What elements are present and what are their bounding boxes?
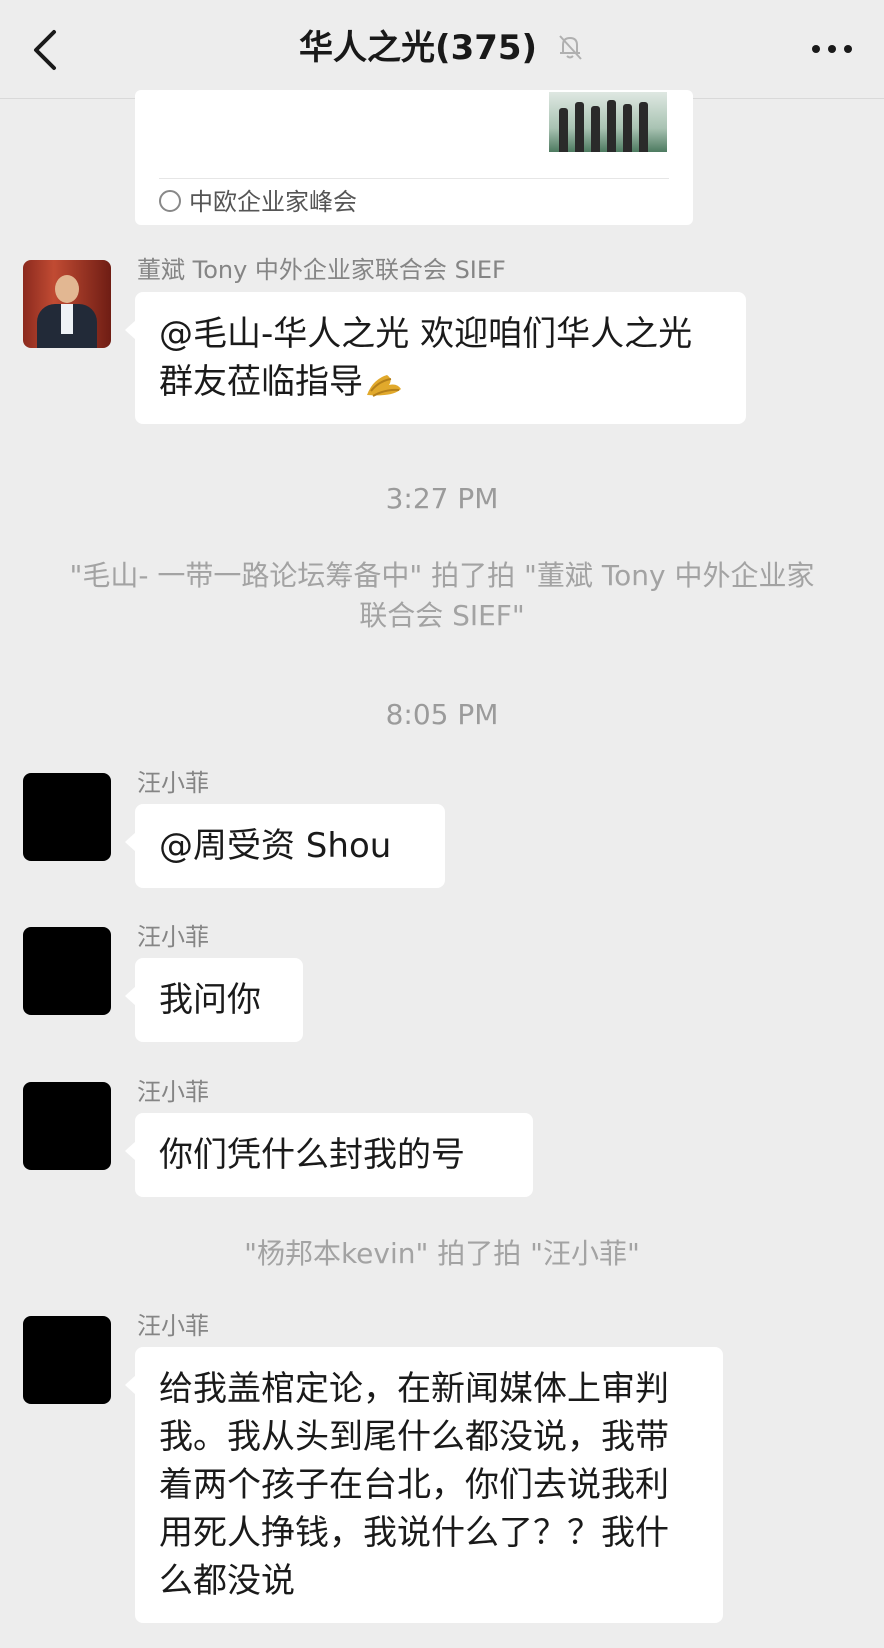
system-notice: "杨邦本kevin" 拍了拍 "汪小菲"	[244, 1237, 640, 1270]
bell-muted-icon	[559, 34, 582, 60]
avatar-wang[interactable]	[23, 1082, 111, 1170]
message-text: 给我盖棺定论，在新闻媒体上审判我。我从头到尾什么都没说，我带着两个孩子在台北，你…	[159, 1369, 669, 1601]
system-notice: "毛山- 一带一路论坛筹备中" 拍了拍 "董斌 Tony 中外企业家联合会 SI…	[69, 559, 815, 632]
sender-name: 汪小菲	[137, 769, 209, 797]
message-bubble[interactable]: 我问你	[125, 958, 303, 1042]
chat-title: 华人之光(375)	[299, 28, 538, 68]
chat-title-group: 华人之光(375)	[0, 26, 884, 70]
message-text: @毛山-华人之光 欢迎咱们华人之光群友莅临指导	[159, 314, 693, 402]
card-source: 中欧企业家峰会	[159, 186, 357, 218]
message-text: 我问你	[159, 980, 261, 1020]
sender-name: 董斌 Tony 中外企业家联合会 SIEF	[137, 256, 506, 284]
message-bubble[interactable]: @周受资 Shou	[125, 804, 445, 888]
sender-name: 汪小菲	[137, 923, 209, 951]
message-bubble[interactable]: 给我盖棺定论，在新闻媒体上审判我。我从头到尾什么都没说，我带着两个孩子在台北，你…	[125, 1347, 723, 1623]
more-button[interactable]	[810, 38, 854, 60]
timestamp: 8:05 PM	[385, 698, 499, 731]
more-dots-icon	[812, 45, 852, 53]
message-text: 你们凭什么封我的号	[159, 1135, 465, 1175]
timestamp: 3:27 PM	[385, 482, 499, 515]
mini-program-icon	[159, 190, 181, 212]
card-source-label: 中欧企业家峰会	[189, 188, 357, 216]
message-text: @周受资 Shou	[159, 826, 392, 866]
avatar-wang[interactable]	[23, 1316, 111, 1404]
card-divider	[159, 178, 669, 179]
avatar-wang[interactable]	[23, 773, 111, 861]
avatar-wang[interactable]	[23, 927, 111, 1015]
sender-name: 汪小菲	[137, 1312, 209, 1340]
shared-link-card[interactable]: 中欧企业家峰会	[135, 90, 693, 225]
message-bubble[interactable]: 你们凭什么封我的号	[125, 1113, 533, 1197]
sender-name: 汪小菲	[137, 1078, 209, 1106]
card-thumbnail	[549, 92, 667, 152]
clap-emoji	[367, 374, 401, 397]
nav-bar: 华人之光(375)	[0, 0, 884, 99]
message-bubble[interactable]: @毛山-华人之光 欢迎咱们华人之光群友莅临指导	[125, 292, 746, 424]
avatar-tony[interactable]	[23, 260, 111, 348]
